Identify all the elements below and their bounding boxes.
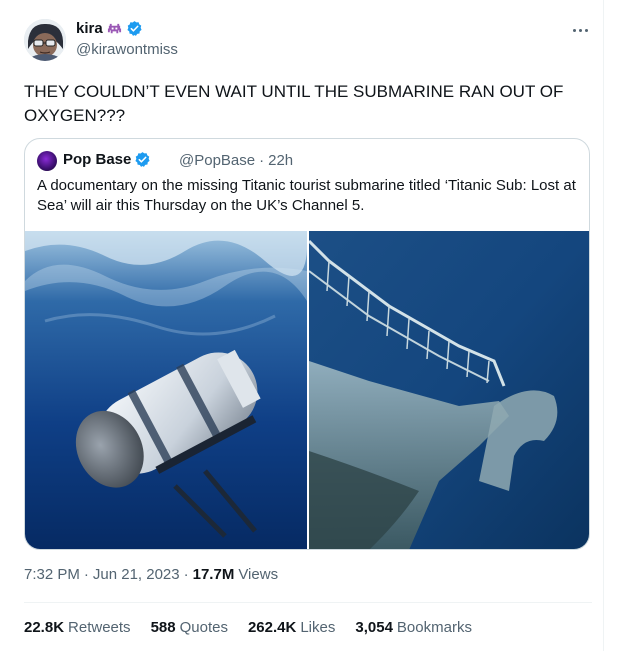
- quoted-time[interactable]: 22h: [268, 152, 293, 169]
- views-label: Views: [238, 566, 279, 583]
- quoted-tweet-card[interactable]: Pop Base @PopBase · 22h A documentary on…: [24, 138, 590, 550]
- bookmarks-label: Bookmarks: [396, 619, 472, 636]
- verified-badge-icon: [134, 151, 151, 168]
- tweet: kira @kirawontmiss THEY COULDN’T EVEN WA…: [0, 0, 619, 651]
- views-count: 17.7M: [192, 566, 235, 583]
- retweets-count: 22.8K: [24, 619, 65, 636]
- tweet-date[interactable]: Jun 21, 2023: [93, 566, 180, 583]
- quoted-handle[interactable]: @PopBase: [179, 152, 255, 169]
- avatar[interactable]: [24, 19, 66, 61]
- likes-label: Likes: [300, 619, 336, 636]
- separator: ·: [259, 152, 265, 169]
- quotes-label: Quotes: [179, 619, 228, 636]
- quotes-count: 588: [150, 619, 176, 636]
- verified-badge-icon: [126, 20, 143, 37]
- quoted-handle-time: @PopBase · 22h: [179, 152, 293, 169]
- titanic-wreck-photo[interactable]: [309, 231, 589, 549]
- author-name-row[interactable]: kira: [76, 20, 143, 37]
- separator: ·: [83, 566, 89, 583]
- quotes-stat[interactable]: 588 Quotes: [151, 619, 228, 636]
- tweet-meta: 7:32 PM · Jun 21, 2023 · 17.7M Views: [24, 566, 278, 583]
- author-handle[interactable]: @kirawontmiss: [76, 41, 178, 58]
- retweets-label: Retweets: [68, 619, 131, 636]
- more-icon[interactable]: [570, 22, 590, 38]
- retweets-stat[interactable]: 22.8K Retweets: [24, 619, 131, 636]
- submarine-illustration: [25, 231, 307, 549]
- bookmarks-stat[interactable]: 3,054 Bookmarks: [355, 619, 472, 636]
- column-border: [603, 0, 604, 651]
- alien-monster-icon: [107, 21, 122, 36]
- tweet-time[interactable]: 7:32 PM: [24, 566, 80, 583]
- quoted-name-row[interactable]: Pop Base: [63, 151, 151, 168]
- bookmarks-count: 3,054: [355, 619, 393, 636]
- separator: ·: [183, 566, 189, 583]
- avatar-illustration: [24, 19, 66, 61]
- divider: [24, 602, 592, 603]
- submarine-photo[interactable]: [25, 231, 307, 549]
- engagement-stats: 22.8K Retweets 588 Quotes 262.4K Likes 3…: [24, 619, 492, 636]
- likes-count: 262.4K: [247, 619, 297, 636]
- titanic-wreck-illustration: [309, 231, 589, 549]
- tweet-text: THEY COULDN’T EVEN WAIT UNTIL THE SUBMAR…: [24, 82, 564, 125]
- quoted-text: A documentary on the missing Titanic tou…: [37, 177, 576, 214]
- quoted-avatar[interactable]: [37, 151, 57, 171]
- author-name[interactable]: kira: [76, 20, 103, 37]
- quoted-author-name[interactable]: Pop Base: [63, 151, 131, 168]
- likes-stat[interactable]: 262.4K Likes: [248, 619, 335, 636]
